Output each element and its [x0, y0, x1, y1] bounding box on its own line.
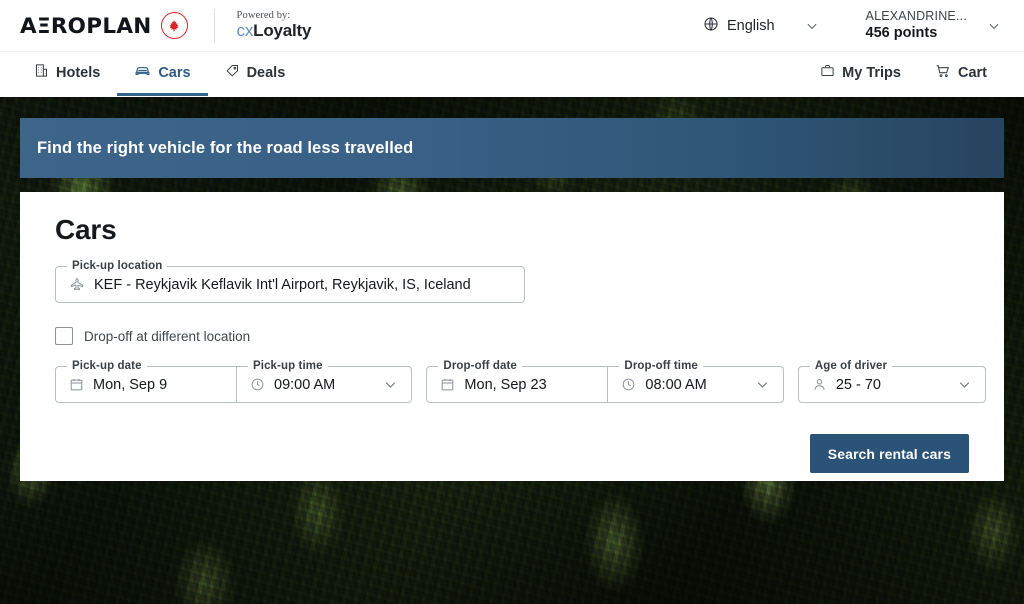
account-points: 456 points [865, 25, 938, 42]
dropoff-different-location-row[interactable]: Drop-off at different location [55, 327, 986, 345]
site-header: AΞROPLAN Powered by: cxLoyalty English A… [0, 0, 1024, 97]
person-icon [812, 377, 827, 392]
dates-row: Pick-up date Mon, Sep 9 Pick-up time 09:… [55, 360, 986, 403]
search-button-row: Search rental cars [38, 434, 986, 473]
hotel-building-icon [34, 63, 49, 82]
cxloyalty-loyalty: Loyalty [253, 21, 312, 41]
pickup-datetime-group: Pick-up date Mon, Sep 9 Pick-up time 09:… [55, 360, 413, 403]
nav-item-label: Hotels [56, 64, 101, 81]
clock-icon [250, 377, 265, 392]
brand-area[interactable]: AΞROPLAN [20, 12, 188, 39]
chevron-down-icon [805, 19, 818, 32]
search-rental-cars-button[interactable]: Search rental cars [809, 434, 969, 473]
pickup-time-value: 09:00 AM [274, 376, 336, 393]
pickup-location-field[interactable]: Pick-up location KEF - Reykjavik Keflavi… [55, 260, 525, 303]
nav-item-cart[interactable]: Cart [918, 52, 1004, 96]
chevron-down-icon [383, 377, 398, 392]
dropoff-datetime-group: Drop-off date Mon, Sep 23 Drop-off time [426, 360, 784, 403]
globe-icon [703, 16, 719, 36]
chevron-down-icon [957, 377, 972, 392]
pickup-date-value: Mon, Sep 9 [93, 376, 168, 393]
brand-divider [213, 8, 215, 43]
account-name: ALEXANDRINE... [865, 8, 967, 23]
age-of-driver-label: Age of driver [809, 360, 893, 372]
chevron-down-icon [987, 19, 1000, 32]
pickup-date-inner: Mon, Sep 9 [56, 367, 236, 402]
nav-item-label: Deals [246, 64, 286, 81]
language-label: English [726, 17, 775, 34]
dropoff-time-field[interactable]: Drop-off time 08:00 AM [608, 360, 784, 403]
nav-item-cars[interactable]: Cars [117, 52, 208, 96]
age-of-driver-field[interactable]: Age of driver 25 - 70 [797, 360, 986, 403]
briefcase-icon [820, 63, 835, 82]
airplane-icon [69, 277, 85, 293]
cxloyalty-logo: cxLoyalty [237, 22, 312, 41]
nav-item-my-trips[interactable]: My Trips [806, 52, 918, 96]
pickup-date-label: Pick-up date [67, 360, 147, 372]
dropoff-date-inner: Mon, Sep 23 [427, 367, 607, 402]
dropoff-date-field[interactable]: Drop-off date Mon, Sep 23 [426, 360, 609, 403]
pickup-time-label: Pick-up time [248, 360, 328, 372]
clock-icon [621, 377, 636, 392]
dropoff-time-value: 08:00 AM [645, 376, 707, 393]
dropoff-time-label: Drop-off time [619, 360, 703, 372]
dropoff-different-location-label: Drop-off at different location [84, 328, 251, 344]
dropoff-date-value: Mon, Sep 23 [464, 376, 547, 393]
pickup-time-field[interactable]: Pick-up time 09:00 AM [237, 360, 413, 403]
pickup-location-inner: KEF - Reykjavik Keflavik Int'l Airport, … [56, 267, 524, 302]
header-top-bar: AΞROPLAN Powered by: cxLoyalty English A… [0, 0, 1024, 52]
language-selector[interactable]: English [699, 10, 822, 42]
dropoff-different-location-checkbox[interactable] [55, 327, 73, 345]
car-icon [134, 62, 151, 83]
page-title: Cars [55, 214, 117, 245]
account-text: ALEXANDRINE... 456 points [866, 9, 967, 43]
header-top-right: English ALEXANDRINE... 456 points [699, 5, 1004, 47]
nav-right-group: My Trips Cart [806, 52, 1004, 96]
age-of-driver-inner: 25 - 70 [799, 367, 985, 402]
pickup-location-label: Pick-up location [67, 260, 168, 272]
aeroplan-wordmark: AΞROPLAN [20, 13, 152, 39]
tag-icon [225, 63, 240, 82]
nav-item-label: Cart [957, 64, 987, 81]
nav-item-hotels[interactable]: Hotels [20, 52, 117, 96]
banner-title: Find the right vehicle for the road less… [37, 138, 414, 157]
shopping-cart-icon [935, 63, 951, 83]
powered-by-block: Powered by: cxLoyalty [237, 10, 312, 41]
powered-by-label: Powered by: [236, 9, 291, 21]
car-search-card: Cars Pick-up location KEF - Reykjavik Ke… [20, 192, 1004, 481]
pickup-location-value: KEF - Reykjavik Keflavik Int'l Airport, … [94, 276, 471, 293]
maple-leaf-icon [160, 12, 188, 39]
promo-banner: Find the right vehicle for the road less… [20, 118, 1004, 178]
dropoff-date-label: Drop-off date [438, 360, 522, 372]
nav-left-group: Hotels Cars Deals [20, 52, 302, 96]
calendar-icon [69, 377, 84, 392]
nav-item-deals[interactable]: Deals [208, 52, 303, 96]
pickup-date-field[interactable]: Pick-up date Mon, Sep 9 [55, 360, 237, 403]
account-menu[interactable]: ALEXANDRINE... 456 points [862, 5, 1004, 47]
chevron-down-icon [755, 377, 770, 392]
page-root: AΞROPLAN Powered by: cxLoyalty English A… [0, 0, 1024, 604]
calendar-icon [440, 377, 455, 392]
nav-item-label: My Trips [842, 64, 901, 81]
main-navigation: Hotels Cars Deals My Trips Cart [0, 52, 1024, 96]
dropoff-time-inner: 08:00 AM [608, 367, 782, 402]
age-of-driver-value: 25 - 70 [835, 376, 881, 393]
cxloyalty-cx: cx [236, 21, 254, 41]
nav-item-label: Cars [158, 64, 191, 81]
pickup-time-inner: 09:00 AM [237, 367, 411, 402]
